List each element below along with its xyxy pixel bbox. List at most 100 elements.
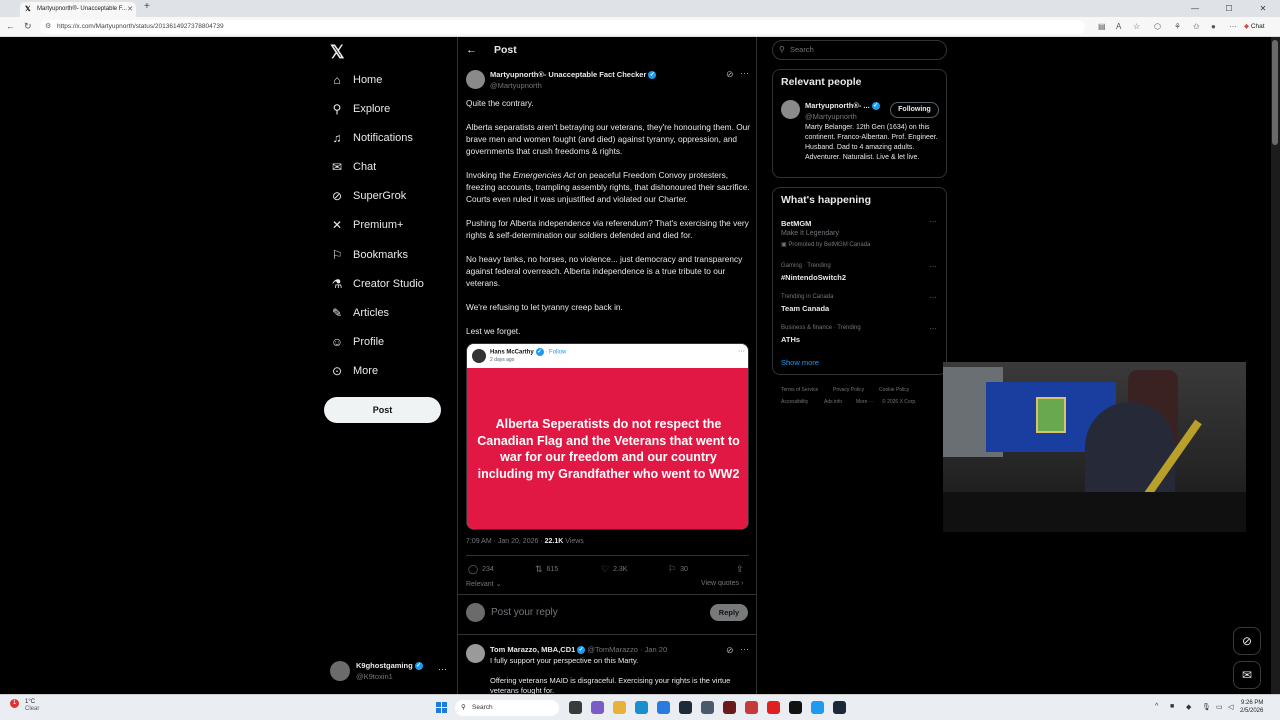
trend-name[interactable]: BetMGM — [781, 219, 811, 228]
profile-avatar-icon[interactable]: ● — [1211, 22, 1216, 31]
follow-link[interactable]: · Follow — [545, 350, 566, 356]
view-quotes-link[interactable]: View quotes › — [701, 580, 743, 587]
weather-widget[interactable]: 1 1°C Clear — [10, 699, 39, 713]
settings-more-icon[interactable]: ··· — [1229, 22, 1237, 31]
footer-link[interactable]: Privacy Policy — [833, 387, 864, 393]
reply-action[interactable]: ◯ 234 — [468, 564, 494, 575]
footer-link[interactable]: Ads info — [824, 399, 842, 405]
like-action[interactable]: ♡ 2.3K — [601, 564, 627, 575]
tray-app-icon[interactable]: ◆ — [1186, 703, 1191, 711]
author-name[interactable]: Martyupnorth®- Unacceptable Fact Checker… — [490, 70, 657, 80]
tray-app-icon[interactable]: ■ — [1170, 703, 1174, 710]
nav-item-creator-studio[interactable]: ⚗ Creator Studio — [330, 272, 424, 296]
obs-icon[interactable] — [723, 701, 736, 714]
favorite-icon[interactable]: ☆ — [1133, 22, 1140, 31]
quoted-post[interactable]: Hans McCarthy ✓ · Follow 2 days ago ··· A… — [466, 343, 749, 530]
trend-name[interactable]: ATHs — [781, 335, 800, 344]
youtube-icon[interactable] — [767, 701, 780, 714]
nav-item-notifications[interactable]: ♫ Notifications — [330, 126, 413, 150]
split-icon[interactable]: ⚘ — [1174, 22, 1181, 31]
copilot-app-icon[interactable] — [591, 701, 604, 714]
person-handle[interactable]: @Martyupnorth — [805, 112, 857, 121]
following-button[interactable]: Following — [890, 102, 939, 118]
x-logo-icon[interactable]: 𝕏 — [330, 42, 345, 63]
reader-icon[interactable]: ▤ — [1098, 22, 1106, 31]
footer-link[interactable]: More ··· — [856, 399, 874, 405]
minimize-icon[interactable]: — — [1178, 0, 1212, 17]
maximize-icon[interactable]: ☐ — [1212, 0, 1246, 17]
nav-item-bookmarks[interactable]: ⚐ Bookmarks — [330, 243, 408, 267]
close-icon[interactable]: ✕ — [127, 2, 133, 17]
reply-button[interactable]: Reply — [710, 604, 748, 621]
more-horizontal-icon[interactable]: ··· — [738, 348, 745, 355]
sort-dropdown[interactable]: Relevant ⌄ — [466, 580, 501, 588]
comment-author[interactable]: Tom Marazzo, MBA,CD1 ✓ @TomMarazzo · Jan … — [490, 645, 667, 655]
scrollbar-thumb[interactable] — [1272, 40, 1278, 145]
edge-icon[interactable] — [635, 701, 648, 714]
record-icon[interactable] — [745, 701, 758, 714]
search-input[interactable]: ⚲ Search — [772, 40, 947, 60]
window-close-icon[interactable]: ✕ — [1246, 0, 1280, 17]
translate-icon[interactable]: A — [1116, 22, 1121, 31]
bookmark-action[interactable]: ⚐ 30 — [668, 564, 688, 575]
new-tab-icon[interactable]: + — [144, 1, 150, 12]
footer-link[interactable]: Accessibility — [781, 399, 808, 405]
terminal-icon[interactable] — [679, 701, 692, 714]
post-button[interactable]: Post — [324, 397, 441, 423]
back-arrow-icon[interactable]: ← — [466, 44, 477, 56]
trend-name[interactable]: #NintendoSwitch2 — [781, 273, 846, 282]
copilot-chat-button[interactable]: ◆ Chat — [1244, 20, 1276, 34]
more-horizontal-icon[interactable]: ··· — [929, 293, 937, 302]
more-horizontal-icon[interactable]: ··· — [740, 644, 749, 654]
store-icon[interactable] — [657, 701, 670, 714]
task-view-icon[interactable] — [569, 701, 582, 714]
avatar[interactable] — [466, 644, 485, 663]
repost-action[interactable]: ⇅ 615 — [535, 564, 558, 575]
share-action[interactable]: ⇪ — [736, 564, 748, 575]
nav-item-home[interactable]: ⌂ Home — [330, 68, 382, 92]
footer-link[interactable]: Terms of Service — [781, 387, 818, 393]
account-switcher[interactable]: K9ghostgaming ✓ @K9toxin1 ··· — [330, 658, 450, 686]
url-field[interactable]: ⚙ https://x.com/Martyupnorth/status/2013… — [40, 20, 1085, 34]
refresh-icon[interactable]: ↻ — [24, 21, 32, 32]
tray-chevron-icon[interactable]: ^ — [1155, 703, 1158, 710]
twitter-icon[interactable] — [811, 701, 824, 714]
nav-item-profile[interactable]: ☺ Profile — [330, 330, 384, 354]
nav-item-supergrok[interactable]: ⊘ SuperGrok — [330, 184, 406, 208]
nav-item-explore[interactable]: ⚲ Explore — [330, 97, 391, 121]
more-horizontal-icon[interactable]: ··· — [740, 68, 749, 78]
app-icon[interactable] — [701, 701, 714, 714]
network-icon[interactable]: ▭ — [1216, 703, 1223, 711]
nav-item-articles[interactable]: ✎ Articles — [330, 301, 389, 325]
author-handle[interactable]: @Martyupnorth — [490, 81, 542, 90]
windows-start-icon[interactable] — [436, 702, 447, 713]
show-more-link[interactable]: Show more — [781, 358, 819, 367]
steam-icon[interactable] — [833, 701, 846, 714]
browser-tab[interactable]: 𝕏 Martyupnorth®- Unacceptable F... ✕ — [20, 2, 136, 17]
trend-name[interactable]: Team Canada — [781, 304, 829, 313]
reply-input[interactable]: Post your reply — [491, 607, 558, 618]
volume-icon[interactable]: ◁ — [1228, 703, 1233, 711]
more-horizontal-icon[interactable]: ··· — [438, 664, 447, 674]
avatar[interactable] — [466, 70, 485, 89]
grok-fab-button[interactable]: ⊘ — [1233, 627, 1261, 655]
grok-icon[interactable]: ⊘ — [726, 69, 734, 80]
grok-icon[interactable]: ⊘ — [726, 645, 734, 656]
person-name[interactable]: Martyupnorth®- ... ✓ — [805, 101, 880, 111]
tiktok-icon[interactable] — [789, 701, 802, 714]
avatar[interactable] — [781, 100, 800, 119]
taskbar-search[interactable]: ⚲ Search — [455, 700, 559, 716]
favorites-icon[interactable]: ✩ — [1193, 22, 1200, 31]
extensions-icon[interactable]: ⬡ — [1154, 22, 1161, 31]
back-icon[interactable]: ← — [6, 21, 15, 31]
nav-item-more[interactable]: ⊙ More — [330, 359, 378, 383]
clock[interactable]: 9:26 PM 2/5/2026 — [1240, 699, 1263, 715]
more-horizontal-icon[interactable]: ··· — [929, 217, 937, 226]
site-info-icon[interactable]: ⚙ — [45, 20, 51, 34]
footer-link[interactable]: Cookie Policy — [879, 387, 909, 393]
file-explorer-icon[interactable] — [613, 701, 626, 714]
microphone-icon[interactable]: 🎙 — [1202, 703, 1211, 711]
quoted-image[interactable]: Alberta Seperatists do not respect the C… — [467, 368, 748, 529]
nav-item-chat[interactable]: ✉ Chat — [330, 155, 376, 179]
nav-item-premium[interactable]: ✕ Premium+ — [330, 213, 403, 237]
